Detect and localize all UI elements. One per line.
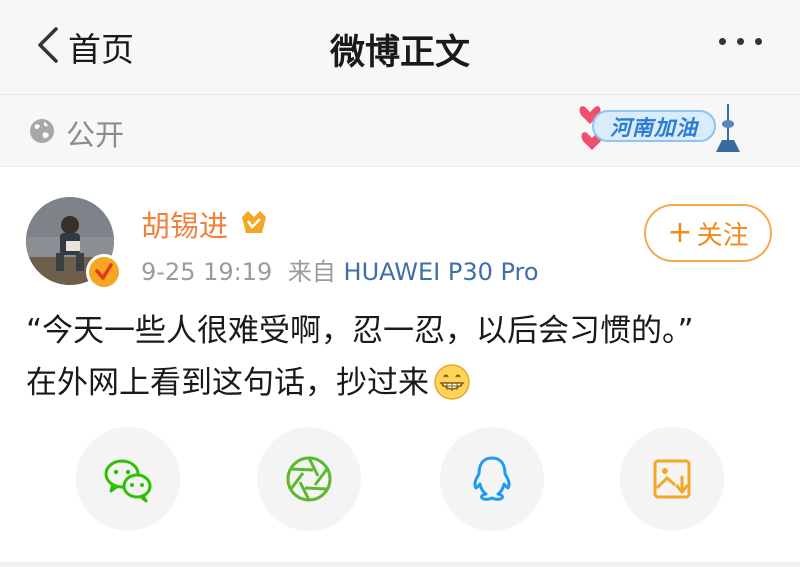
post-body: “今天一些人很难受啊，忍一忍，以后会习惯的。” 在外网上看到这句话，抄过来 xyxy=(26,305,786,409)
globe-icon xyxy=(30,119,54,143)
bottom-divider xyxy=(0,562,800,567)
back-button[interactable]: 首页 xyxy=(34,22,134,72)
share-wechat-button[interactable] xyxy=(76,427,180,531)
author-name[interactable]: 胡锡进 xyxy=(141,203,228,245)
share-qq-button[interactable] xyxy=(440,427,544,531)
vip-member-icon[interactable] xyxy=(238,207,270,237)
save-image-icon xyxy=(653,459,691,499)
top-nav-bar: 首页 微博正文 xyxy=(0,0,800,95)
visibility-label: 公开 xyxy=(66,118,125,152)
plus-icon: + xyxy=(667,215,693,250)
qq-icon xyxy=(473,456,511,501)
chevron-left-icon xyxy=(34,25,62,69)
share-moments-button[interactable] xyxy=(257,427,361,531)
verified-badge-icon xyxy=(86,254,122,290)
save-image-button[interactable] xyxy=(620,427,724,531)
post-text-line1: “今天一些人很难受啊，忍一忍，以后会习惯的。” xyxy=(26,313,694,349)
post-text-line2: 在外网上看到这句话，抄过来 xyxy=(26,365,429,401)
post-timestamp: 9-25 19:19 xyxy=(141,258,273,286)
from-label: 来自 xyxy=(287,258,336,286)
post-meta: 9-25 19:19 来自 HUAWEI P30 Pro xyxy=(141,252,539,287)
post-source[interactable]: HUAWEI P30 Pro xyxy=(344,258,539,286)
henan-badge: 河南加油 xyxy=(578,100,746,156)
follow-button[interactable]: + 关注 xyxy=(644,204,772,262)
post-text-line2-wrap: 在外网上看到这句话，抄过来 xyxy=(26,357,786,409)
wechat-icon xyxy=(104,459,152,503)
moments-icon xyxy=(286,456,332,502)
grin-emoji-icon xyxy=(434,364,470,400)
back-label: 首页 xyxy=(68,30,134,69)
more-dots-icon[interactable] xyxy=(719,38,762,45)
badge-text: 河南加油 xyxy=(610,116,698,140)
follow-label: 关注 xyxy=(696,220,749,251)
